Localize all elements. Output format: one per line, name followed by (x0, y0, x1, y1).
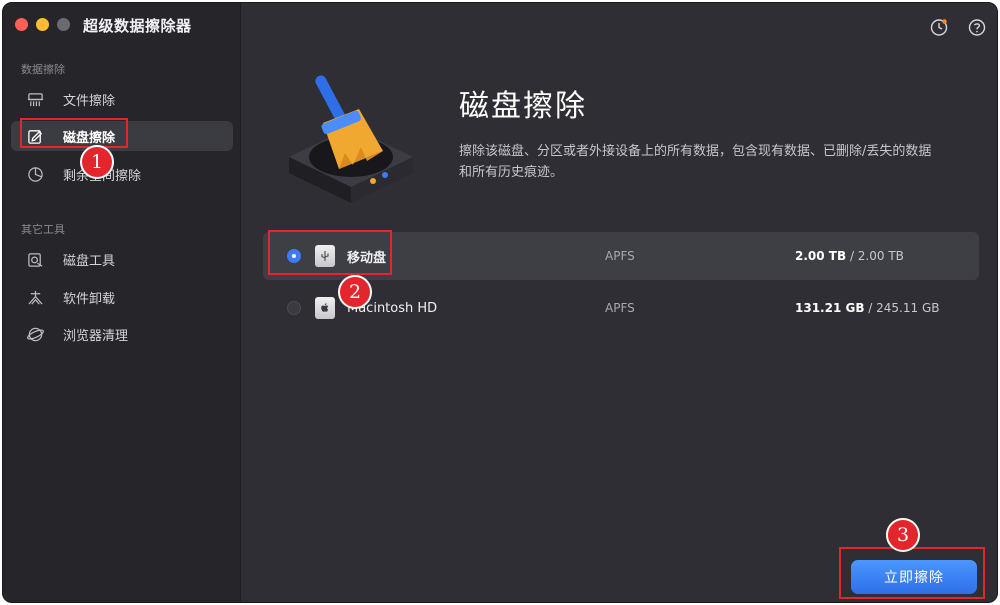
page-description: 擦除该磁盘、分区或者外接设备上的所有数据，包含现有数据、已删除/丢失的数据和所有… (459, 144, 932, 180)
minimize-window-button[interactable] (36, 18, 49, 31)
disk-name: 移动盘 (347, 250, 387, 266)
disk-capacity: 2.00 TB / 2.00 TB (795, 249, 904, 263)
sidebar-item-uninstall[interactable]: 软件卸载 (11, 282, 233, 312)
pie-chart-icon (25, 164, 45, 184)
section-label-other-tools: 其它工具 (21, 223, 65, 236)
disk-filesystem: APFS (605, 301, 635, 315)
sidebar-item-free-space-erase[interactable]: 剩余空间擦除 (11, 159, 233, 189)
disk-tool-icon (25, 249, 45, 269)
close-window-button[interactable] (15, 18, 28, 31)
help-icon[interactable] (967, 17, 987, 37)
disk-row-usb[interactable]: 移动盘 APFS 2.00 TB / 2.00 TB (263, 232, 979, 280)
zoom-window-button[interactable] (57, 18, 70, 31)
annotation-badge-2: 2 (338, 275, 372, 309)
app-window: 数据擦除 文件擦除 磁盘擦除 其它工具 磁盘工具 软件卸载 浏览器清理 超级数据… (2, 2, 998, 603)
sidebar-item-label: 软件卸载 (63, 291, 116, 307)
disk-radio-unselected[interactable] (287, 301, 301, 315)
sidebar-item-disk-tool[interactable]: 磁盘工具 (11, 244, 233, 274)
disk-total: 245.11 GB (876, 301, 940, 315)
shredder-icon (25, 89, 45, 109)
sidebar-item-browser-clean[interactable]: 浏览器清理 (11, 319, 233, 349)
sidebar-item-file-erase[interactable]: 文件擦除 (11, 84, 233, 114)
disk-erase-illustration (281, 65, 421, 205)
sidebar-item-disk-erase[interactable]: 磁盘擦除 (11, 121, 233, 151)
disk-filesystem: APFS (605, 249, 635, 263)
sidebar-item-label: 磁盘工具 (63, 253, 116, 269)
size-separator: / (864, 301, 877, 315)
history-clock-icon[interactable] (929, 17, 949, 37)
apple-drive-icon (315, 297, 335, 319)
browser-icon (25, 324, 45, 344)
sidebar-item-label: 磁盘擦除 (63, 130, 116, 146)
disk-radio-selected[interactable] (287, 249, 301, 263)
disk-erase-icon (25, 126, 45, 146)
sidebar: 数据擦除 文件擦除 磁盘擦除 其它工具 磁盘工具 软件卸载 浏览器清理 (3, 3, 241, 602)
disk-total: 2.00 TB (857, 249, 904, 263)
window-controls (15, 18, 70, 31)
annotation-badge-3: 3 (886, 518, 920, 552)
erase-now-button[interactable]: 立即擦除 (851, 560, 977, 594)
disk-used: 2.00 TB (795, 249, 847, 263)
disk-capacity: 131.21 GB / 245.11 GB (795, 301, 940, 315)
sidebar-item-label: 浏览器清理 (63, 328, 129, 344)
uninstall-icon (25, 287, 45, 307)
sidebar-item-label: 文件擦除 (63, 93, 116, 109)
annotation-badge-1: 1 (80, 145, 114, 179)
page-title: 磁盘擦除 (459, 89, 587, 124)
disk-used: 131.21 GB (795, 301, 865, 315)
section-label-data-erase: 数据擦除 (21, 63, 65, 76)
app-title: 超级数据擦除器 (83, 17, 192, 35)
usb-drive-icon (315, 245, 335, 267)
size-separator: / (846, 249, 858, 263)
